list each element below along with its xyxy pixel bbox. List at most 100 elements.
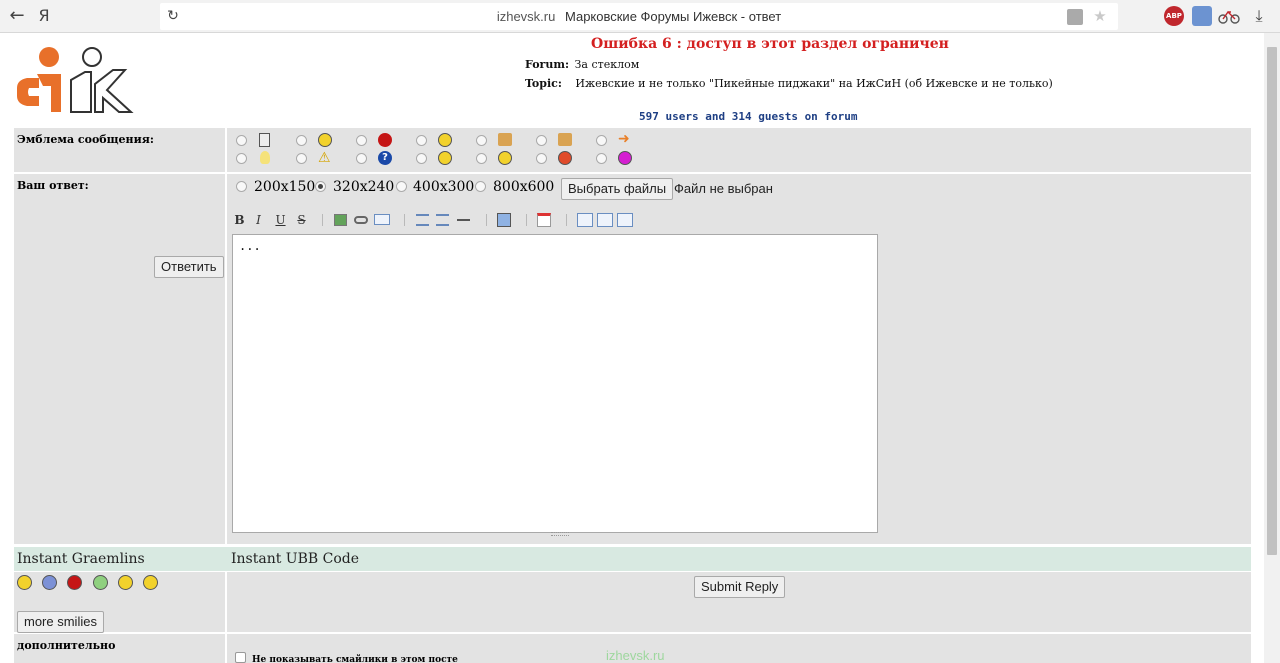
size-radio-320[interactable] [315,181,326,192]
emblem-radio[interactable] [536,135,547,146]
layout-one-icon[interactable] [577,213,593,227]
bicycle-icon[interactable] [1218,8,1240,24]
stop-icon [378,133,392,147]
yandex-icon[interactable]: Я [33,5,55,27]
smilies-row [14,572,1251,634]
numbered-list-icon[interactable] [436,214,449,226]
emblem-radio[interactable] [596,135,607,146]
image-icon[interactable] [334,214,347,226]
back-button[interactable]: ← [6,5,28,27]
emblem-radio[interactable] [416,153,427,164]
no-file-text: Файл не выбран [674,181,773,196]
question-icon: ? [378,151,392,165]
grin-icon [318,133,332,147]
angry-icon [558,151,572,165]
scrollbar[interactable] [1264,33,1280,663]
laugh-icon[interactable] [93,575,108,590]
mail-icon[interactable] [1192,6,1212,26]
address-domain: izhevsk.ru [496,9,556,24]
horizontal-rule-icon[interactable] [457,219,470,221]
strike-button[interactable]: S [294,213,309,227]
submit-reply-button[interactable]: Submit Reply [694,576,786,598]
lightbulb-icon [260,151,270,164]
answer-button[interactable]: Ответить [154,256,224,278]
emblem-radio[interactable] [476,135,487,146]
italic-button[interactable]: I [251,213,266,227]
insert-icon[interactable] [497,213,511,227]
emblem-radio[interactable] [356,135,367,146]
forum-row: Forum: За стеклом [525,58,639,71]
no-smilies-label: Не показывать смайлики в этом посте [252,655,458,663]
emblem-label-cell: Эмблема сообщения: [14,128,227,172]
emblem-radio[interactable] [296,153,307,164]
size-label-200[interactable]: 200x150 [254,179,315,195]
wink-icon[interactable] [118,575,133,590]
emblem-radio[interactable] [596,153,607,164]
arrow-right-icon: ➜ [618,131,630,147]
forum-value: За стеклом [574,58,640,71]
layout-three-icon[interactable] [617,213,633,227]
browser-toolbar: ← Я ↻ izhevsk.ru Марковские Форумы Ижевс… [0,0,1280,33]
size-label-320[interactable]: 320x240 [333,179,394,195]
scrollbar-thumb[interactable] [1267,47,1277,555]
warning-icon: ⚠ [318,150,331,166]
size-label-800[interactable]: 800x600 [493,179,554,195]
smile-icon [438,133,452,147]
instant-ubb-label: Instant UBB Code [231,551,360,567]
thumbs-down-icon [498,133,512,146]
extra-label-cell: дополнительно [14,634,227,663]
toolbar-separator [486,214,487,226]
topic-row: Topic: Ижевские и не только "Пикейные пи… [525,77,1053,90]
emblem-radio[interactable] [356,153,367,164]
translate-icon[interactable] [1067,9,1083,25]
note-icon [259,133,270,147]
address-text[interactable]: izhevsk.ru Марковские Форумы Ижевск - от… [160,9,1118,24]
toolbar-separator [404,214,405,226]
smile-icon[interactable] [17,575,32,590]
reply-label: Ваш ответ: [17,179,89,192]
size-radio-400[interactable] [396,181,407,192]
reply-textarea[interactable] [232,234,878,533]
size-radio-800[interactable] [475,181,486,192]
email-icon[interactable] [374,214,390,225]
link-icon[interactable] [354,216,368,224]
choose-files-button[interactable]: Выбрать файлы [561,178,674,200]
emblem-radio[interactable] [236,135,247,146]
calendar-icon[interactable] [537,213,551,227]
emblem-label: Эмблема сообщения: [17,133,154,146]
resize-handle[interactable] [551,532,569,536]
happy-icon [498,151,512,165]
purple-icon [618,151,632,165]
adblock-icon[interactable]: ABP [1164,6,1184,26]
watermark: izhevsk.ru [606,648,665,663]
extra-label: дополнительно [17,639,116,652]
error-title: Ошибка 6 : доступ в этот раздел ограниче… [591,36,949,52]
topic-label: Topic: [525,77,562,90]
frown-icon[interactable] [42,575,57,590]
forum-label: Forum: [525,58,570,71]
emblem-radio[interactable] [476,153,487,164]
size-radio-200[interactable] [236,181,247,192]
more-smilies-button[interactable]: more smilies [17,611,104,633]
no-smilies-checkbox[interactable] [235,652,246,663]
underline-button[interactable]: U [273,213,288,227]
bookmark-star-icon[interactable]: ★ [1090,5,1110,27]
mad-icon[interactable] [67,575,82,590]
address-bar[interactable]: ↻ izhevsk.ru Марковские Форумы Ижевск - … [160,3,1118,30]
site-logo[interactable] [15,44,135,116]
emblem-radio[interactable] [536,153,547,164]
neutral-icon[interactable] [143,575,158,590]
topic-value[interactable]: Ижевские и не только "Пикейные пиджаки" … [575,77,1052,90]
toolbar-separator [526,214,527,226]
bullet-list-icon[interactable] [416,214,429,226]
emblem-radio[interactable] [416,135,427,146]
download-icon[interactable]: ⤓ [1249,5,1269,27]
emblem-radio[interactable] [236,153,247,164]
bold-button[interactable]: B [232,213,247,227]
reply-label-cell: Ваш ответ: [14,174,227,544]
cool-icon [438,151,452,165]
size-label-400[interactable]: 400x300 [413,179,474,195]
emblem-radio[interactable] [296,135,307,146]
thumbs-up-icon [558,133,572,146]
layout-two-icon[interactable] [597,213,613,227]
